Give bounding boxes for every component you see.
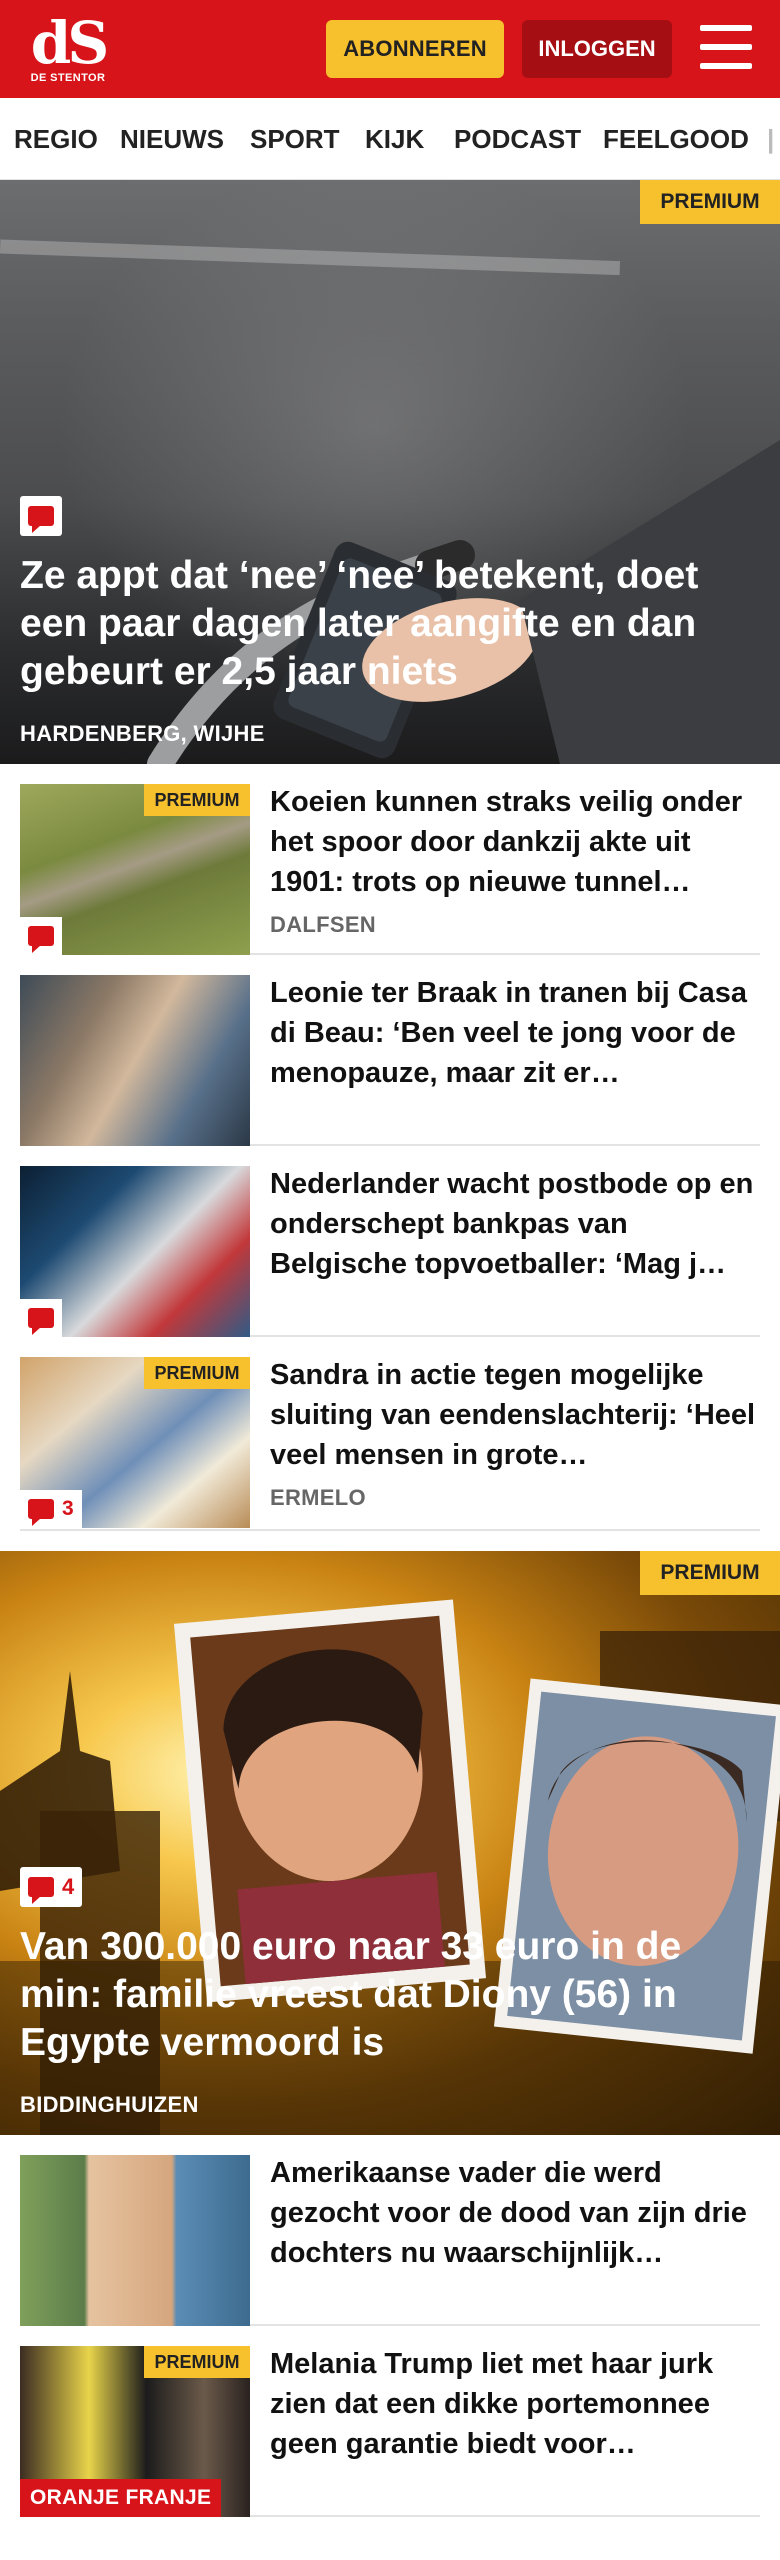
comment-count: 3 (62, 1497, 74, 1520)
comment-bubble-icon (28, 1877, 54, 1904)
logo-text: DE STENTOR (30, 72, 106, 84)
list-item[interactable]: PREMIUM Koeien kunnen straks veilig onde… (20, 764, 760, 955)
comment-badge[interactable] (20, 496, 62, 536)
comment-bubble-icon (28, 1308, 54, 1335)
hero-article-2[interactable]: PREMIUM 4 Van 300.000 euro naar 33 euro … (0, 1551, 780, 2135)
comment-badge[interactable] (20, 1299, 62, 1337)
nav-item-feelgood[interactable]: FEELGOOD (603, 98, 749, 179)
article-title[interactable]: Amerikaanse vader die werd gezocht voor … (270, 2153, 760, 2273)
list-item[interactable]: Amerikaanse vader die werd gezocht voor … (20, 2135, 760, 2326)
article-title[interactable]: Sandra in actie tegen mogelijke sluiting… (270, 1355, 760, 1475)
premium-badge: PREMIUM (640, 180, 780, 224)
premium-badge: PREMIUM (144, 1357, 250, 1389)
hero-location: BIDDINGHUIZEN (20, 2092, 199, 2117)
premium-badge: PREMIUM (640, 1551, 780, 1595)
article-thumbnail: PREMIUM (20, 784, 250, 955)
comment-badge[interactable]: 3 (20, 1490, 82, 1528)
hero-location: HARDENBERG, WIJHE (20, 721, 265, 746)
list-item[interactable]: Nederlander wacht postbode op en ondersc… (20, 1146, 760, 1337)
site-header: dS DE STENTOR ABONNEREN INLOGGEN (0, 0, 780, 98)
nav-item-sport[interactable]: SPORT (250, 98, 340, 179)
comment-bubble-icon (28, 926, 54, 953)
premium-badge: PREMIUM (144, 784, 250, 816)
hamburger-menu-icon[interactable] (700, 25, 754, 71)
hero-title[interactable]: Van 300.000 euro naar 33 euro in de min:… (20, 1923, 750, 2067)
subscribe-button[interactable]: ABONNEREN (326, 20, 504, 78)
comment-badge[interactable]: 4 (20, 1867, 83, 1907)
comment-badge[interactable] (20, 917, 62, 955)
logo-mark: dS (30, 9, 109, 77)
site-logo[interactable]: dS DE STENTOR (28, 9, 110, 86)
article-title[interactable]: Leonie ter Braak in tranen bij Casa di B… (270, 973, 760, 1093)
nav-item-regio[interactable]: REGIO (14, 98, 98, 179)
article-thumbnail: PREMIUM ORANJE FRANJE (20, 2346, 250, 2517)
comment-count: 4 (62, 1874, 75, 1899)
article-title[interactable]: Melania Trump liet met haar jurk zien da… (270, 2344, 760, 2464)
login-button[interactable]: INLOGGEN (522, 20, 672, 78)
nav-item-nieuws[interactable]: NIEUWS (120, 98, 224, 179)
nav-item-podcast[interactable]: PODCAST (454, 98, 581, 179)
article-thumbnail (20, 975, 250, 1146)
comment-bubble-icon (28, 506, 54, 533)
article-location: DALFSEN (270, 912, 376, 937)
hero-title[interactable]: Ze appt dat ‘nee’ ‘nee’ betekent, doet e… (20, 552, 750, 696)
list-item[interactable]: PREMIUM 3 Sandra in actie tegen mogelijk… (20, 1337, 760, 1531)
main-nav: REGIO NIEUWS SPORT KIJK PODCAST FEELGOOD… (0, 98, 780, 180)
list-item[interactable]: Leonie ter Braak in tranen bij Casa di B… (20, 955, 760, 1146)
article-thumbnail: PREMIUM 3 (20, 1357, 250, 1528)
article-title[interactable]: Koeien kunnen straks veilig onder het sp… (270, 782, 760, 902)
article-thumbnail (20, 1166, 250, 1337)
article-title[interactable]: Nederlander wacht postbode op en ondersc… (270, 1164, 760, 1284)
list-item[interactable]: PREMIUM ORANJE FRANJE Melania Trump liet… (20, 2326, 760, 2517)
hero-article[interactable]: PREMIUM Ze appt dat ‘nee’ ‘nee’ betekent… (0, 180, 780, 764)
nav-overflow-indicator: | (767, 124, 775, 154)
comment-bubble-icon (28, 1499, 54, 1526)
section-label[interactable]: ORANJE FRANJE (20, 2479, 222, 2517)
article-thumbnail (20, 2155, 250, 2326)
nav-item-kijk[interactable]: KIJK (365, 98, 424, 179)
article-location: ERMELO (270, 1485, 366, 1510)
premium-badge: PREMIUM (144, 2346, 250, 2378)
